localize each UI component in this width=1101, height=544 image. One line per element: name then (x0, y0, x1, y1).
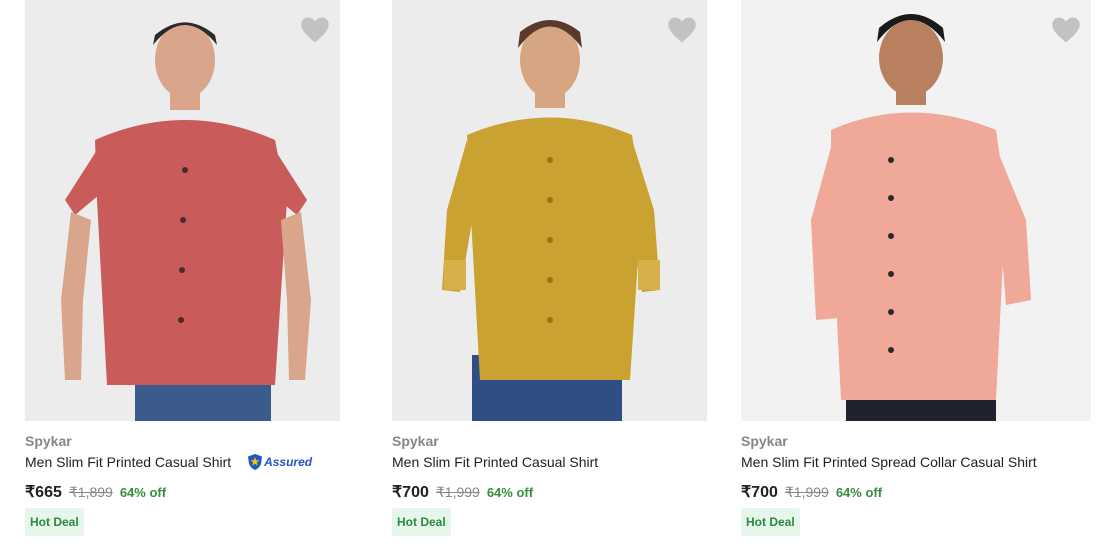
price-row: ₹665 ₹1,899 64% off (25, 482, 166, 502)
selling-price: ₹665 (25, 484, 62, 501)
original-price: ₹1,999 (435, 484, 480, 500)
price-row: ₹700 ₹1,999 64% off (392, 482, 533, 502)
discount-label: 64% off (835, 485, 883, 500)
original-price: ₹1,999 (784, 484, 829, 500)
product-title-link[interactable]: Men Slim Fit Printed Spread Collar Casua… (741, 454, 1037, 470)
wishlist-heart-icon[interactable] (1051, 16, 1081, 44)
product-brand: Spykar (741, 433, 788, 449)
original-price: ₹1,899 (68, 484, 113, 500)
price-row: ₹700 ₹1,999 64% off (741, 482, 882, 502)
assured-shield-icon (248, 454, 263, 471)
product-image[interactable] (741, 0, 1091, 421)
discount-label: 64% off (486, 485, 534, 500)
product-card[interactable]: Spykar Men Slim Fit Printed Casual Shirt… (392, 0, 707, 536)
discount-label: 64% off (119, 485, 167, 500)
product-title-link[interactable]: Men Slim Fit Printed Casual Shirt (392, 454, 598, 470)
wishlist-heart-icon[interactable] (667, 16, 697, 44)
hot-deal-badge: Hot Deal (25, 508, 84, 536)
product-photo (61, 22, 311, 421)
assured-badge: Assured (247, 453, 312, 471)
hot-deal-badge: Hot Deal (741, 508, 800, 536)
product-brand: Spykar (392, 433, 439, 449)
product-card[interactable]: Spykar Men Slim Fit Printed Casual Shirt… (25, 0, 340, 536)
product-photo (442, 20, 660, 421)
product-title: Men Slim Fit Printed Casual Shirt (25, 454, 232, 470)
wishlist-heart-icon[interactable] (300, 16, 330, 44)
product-title: Men Slim Fit Printed Spread Collar Casua… (741, 454, 1037, 470)
product-image[interactable] (25, 0, 340, 421)
product-title: Men Slim Fit Printed Casual Shirt (392, 454, 599, 470)
selling-price: ₹700 (741, 484, 778, 501)
selling-price: ₹700 (392, 484, 429, 501)
product-photo (811, 14, 1031, 421)
product-brand: Spykar (25, 433, 72, 449)
product-card[interactable]: Spykar Men Slim Fit Printed Spread Colla… (741, 0, 1091, 536)
product-title-link[interactable]: Men Slim Fit Printed Casual Shirt Assure… (25, 454, 312, 472)
hot-deal-badge: Hot Deal (392, 508, 451, 536)
product-image[interactable] (392, 0, 707, 421)
assured-label: Assured (264, 455, 313, 470)
